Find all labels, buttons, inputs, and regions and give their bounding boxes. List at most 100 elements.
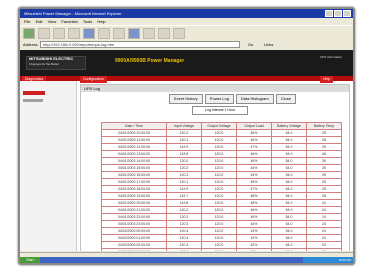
table-row: 04/02/2003 02:00:00 120.3 120.0 42% 54.0 23 xyxy=(101,241,342,249)
table-cell: 04/02/2003 03:00:00 xyxy=(101,248,167,251)
table-cell: 04/01/2003 16:00:00 xyxy=(101,171,167,179)
tab-data-histogram[interactable]: Data Histogram xyxy=(235,94,274,104)
table-cell: 54.0 xyxy=(271,129,307,137)
close-button[interactable] xyxy=(343,10,351,17)
column-header: Date / Time xyxy=(101,122,167,130)
table-row: 04/02/2003 01:00:00 120.4 120.0 42% 54.0 24 xyxy=(101,234,342,242)
clock: 10:00 AM xyxy=(338,258,351,262)
edit-icon[interactable] xyxy=(173,27,185,39)
home-icon[interactable] xyxy=(83,27,95,39)
table-cell: 48% xyxy=(236,192,272,200)
table-cell: 44% xyxy=(236,164,272,172)
table-row: 04/01/2003 20:00:00 119.8 120.0 48% 54.0 24 xyxy=(101,199,342,207)
sidebar-item-secondary[interactable] xyxy=(23,99,43,102)
go-button[interactable]: Go xyxy=(248,40,253,49)
table-cell: 26 xyxy=(306,150,342,158)
table-cell: 120.2 xyxy=(166,164,202,172)
tab-configuration[interactable]: Configuration xyxy=(80,76,107,83)
table-cell: 04/01/2003 13:00:00 xyxy=(101,150,167,158)
favorites-icon[interactable] xyxy=(113,27,125,39)
address-input[interactable]: http://192.168.0.100/reports/ups-log.htm xyxy=(40,41,240,48)
table-cell: 120.0 xyxy=(201,241,237,249)
table-cell: 120.0 xyxy=(201,248,237,251)
table-row: 04/01/2003 14:00:00 120.0 120.0 45% 54.0 26 xyxy=(101,157,342,165)
table-header-row: Date / Time Input Voltage Output Voltage… xyxy=(101,122,342,130)
table-cell: 04/01/2003 12:00:00 xyxy=(101,143,167,151)
tab-power-log[interactable]: Power Log xyxy=(204,94,234,104)
interval-label: Log Interval xyxy=(205,108,224,112)
mail-icon[interactable] xyxy=(143,27,155,39)
history-icon[interactable] xyxy=(128,27,140,39)
table-cell: 54.0 xyxy=(271,192,307,200)
table-body: 04/01/2003 10:00:00 120.2 120.0 45% 54.0 25 04… xyxy=(101,129,342,251)
menu-file[interactable]: File xyxy=(24,19,30,24)
table-cell: 04/01/2003 17:00:00 xyxy=(101,178,167,186)
maximize-button[interactable] xyxy=(334,10,342,17)
table-row: 04/01/2003 13:00:00 119.8 120.0 46% 54.0 26 xyxy=(101,150,342,158)
table-cell: 120.0 xyxy=(166,157,202,165)
table-cell: 24 xyxy=(306,227,342,235)
menu-edit[interactable]: Edit xyxy=(36,19,43,24)
table-cell: 46% xyxy=(236,136,272,144)
table-cell: 120.0 xyxy=(201,199,237,207)
table-row: 04/01/2003 17:00:00 120.1 120.0 45% 54.0 25 xyxy=(101,178,342,186)
table-cell: 119.7 xyxy=(166,192,202,200)
table-cell: 54.0 xyxy=(271,157,307,165)
interval-select[interactable]: Log Interval 1 Hour xyxy=(192,106,248,115)
menu-bar: File Edit View Favorites Tools Help xyxy=(20,18,353,25)
table-cell: 120.3 xyxy=(166,171,202,179)
table-row: 04/01/2003 10:00:00 120.2 120.0 45% 54.0 25 xyxy=(101,129,342,137)
tab-event-history[interactable]: Event History xyxy=(169,94,203,104)
start-button[interactable]: Start xyxy=(20,257,40,263)
sidebar-item-active[interactable] xyxy=(23,91,45,95)
product-name: 9900A/9900B Power Manager xyxy=(115,58,185,64)
table-cell: 54.0 xyxy=(271,199,307,207)
table-cell: 120.4 xyxy=(166,234,202,242)
table-cell: 04/01/2003 14:00:00 xyxy=(101,157,167,165)
table-cell: 45% xyxy=(236,157,272,165)
table-cell: 25 xyxy=(306,171,342,179)
refresh-icon[interactable] xyxy=(68,27,80,39)
table-cell: 119.9 xyxy=(166,143,202,151)
forward-icon[interactable] xyxy=(38,27,50,39)
table-cell: 25 xyxy=(306,178,342,186)
table-cell: 25 xyxy=(306,185,342,193)
content-panel: UPS Log Event History Power Log Data His… xyxy=(80,84,350,251)
table-cell: 26 xyxy=(306,164,342,172)
system-tray: 10:00 AM xyxy=(303,257,353,263)
tab-help[interactable]: Help xyxy=(320,76,334,83)
table-cell: 04/02/2003 02:00:00 xyxy=(101,241,167,249)
stop-icon[interactable] xyxy=(53,27,65,39)
table-cell: 23 xyxy=(306,248,342,251)
menu-tools[interactable]: Tools xyxy=(83,19,92,24)
tab-close[interactable]: Close xyxy=(275,94,296,104)
title-bar: Mitsubishi Power Manager - Microsoft Int… xyxy=(20,9,353,18)
browser-toolbar xyxy=(20,25,353,41)
menu-help[interactable]: Help xyxy=(97,19,105,24)
table-cell: 120.0 xyxy=(166,206,202,214)
table-cell: 04/01/2003 15:00:00 xyxy=(101,164,167,172)
table-row: 04/01/2003 23:00:00 120.3 120.0 44% 54.0 24 xyxy=(101,220,342,228)
panel-heading: UPS Log xyxy=(81,85,349,92)
table-cell: 25 xyxy=(306,129,342,137)
table-cell: 45% xyxy=(236,178,272,186)
table-cell: 54.0 xyxy=(271,171,307,179)
table-cell: 24 xyxy=(306,213,342,221)
table-cell: 04/01/2003 21:00:00 xyxy=(101,206,167,214)
table-cell: 120.4 xyxy=(166,227,202,235)
table-cell: 04/02/2003 01:00:00 xyxy=(101,234,167,242)
links-button[interactable]: Links xyxy=(264,40,273,49)
search-icon[interactable] xyxy=(98,27,110,39)
print-icon[interactable] xyxy=(158,27,170,39)
banner-right-text: UPS Information xyxy=(320,55,343,59)
minimize-button[interactable] xyxy=(325,10,333,17)
table-cell: 120.3 xyxy=(166,220,202,228)
column-header: Battery Temp xyxy=(306,122,342,130)
table-cell: 54.0 xyxy=(271,164,307,172)
menu-view[interactable]: View xyxy=(48,19,57,24)
panel-tabs: Event History Power Log Data Histogram C… xyxy=(169,94,296,104)
back-icon[interactable] xyxy=(23,27,35,39)
menu-favorites[interactable]: Favorites xyxy=(61,19,77,24)
table-cell: 54.0 xyxy=(271,206,307,214)
table-cell: 120.1 xyxy=(166,136,202,144)
